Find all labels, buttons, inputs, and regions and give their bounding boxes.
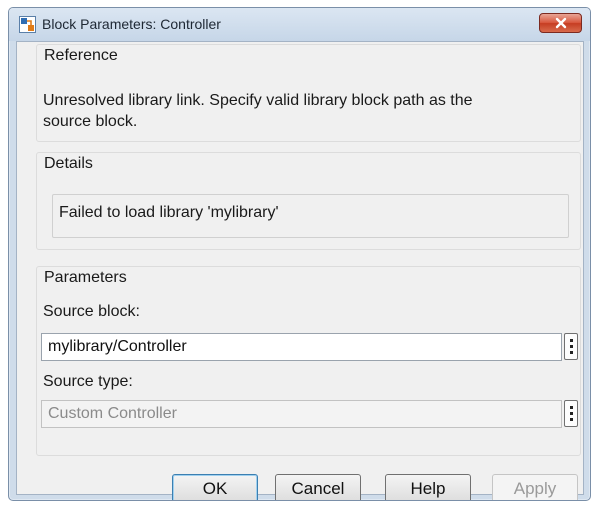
cancel-button[interactable]: Cancel xyxy=(275,474,361,500)
apply-button: Apply xyxy=(492,474,578,500)
ellipsis-vertical-icon xyxy=(569,339,573,342)
source-type-input: Custom Controller xyxy=(41,400,562,428)
reference-group-title: Reference xyxy=(44,47,118,64)
source-type-more-button[interactable] xyxy=(564,400,578,427)
reference-message-line1: Unresolved library link. Specify valid l… xyxy=(43,92,473,109)
block-parameters-icon xyxy=(19,16,36,33)
source-block-label: Source block: xyxy=(43,303,140,320)
ellipsis-vertical-icon xyxy=(569,406,573,409)
details-message: Failed to load library 'mylibrary' xyxy=(59,204,279,221)
source-block-more-button[interactable] xyxy=(564,333,578,360)
window-title: Block Parameters: Controller xyxy=(42,16,221,32)
block-parameters-dialog: Block Parameters: Controller Reference U… xyxy=(8,7,591,501)
reference-message-line2: source block. xyxy=(43,113,138,130)
source-block-input[interactable]: mylibrary/Controller xyxy=(41,333,562,361)
help-button[interactable]: Help xyxy=(385,474,471,500)
close-button[interactable] xyxy=(539,13,582,33)
close-icon xyxy=(555,17,566,29)
details-group-title: Details xyxy=(44,155,93,172)
ok-button[interactable]: OK xyxy=(172,474,258,500)
parameters-group-title: Parameters xyxy=(44,269,127,286)
title-bar[interactable]: Block Parameters: Controller xyxy=(9,8,590,41)
source-type-label: Source type: xyxy=(43,373,133,390)
dialog-content: Reference Unresolved library link. Speci… xyxy=(16,41,584,500)
